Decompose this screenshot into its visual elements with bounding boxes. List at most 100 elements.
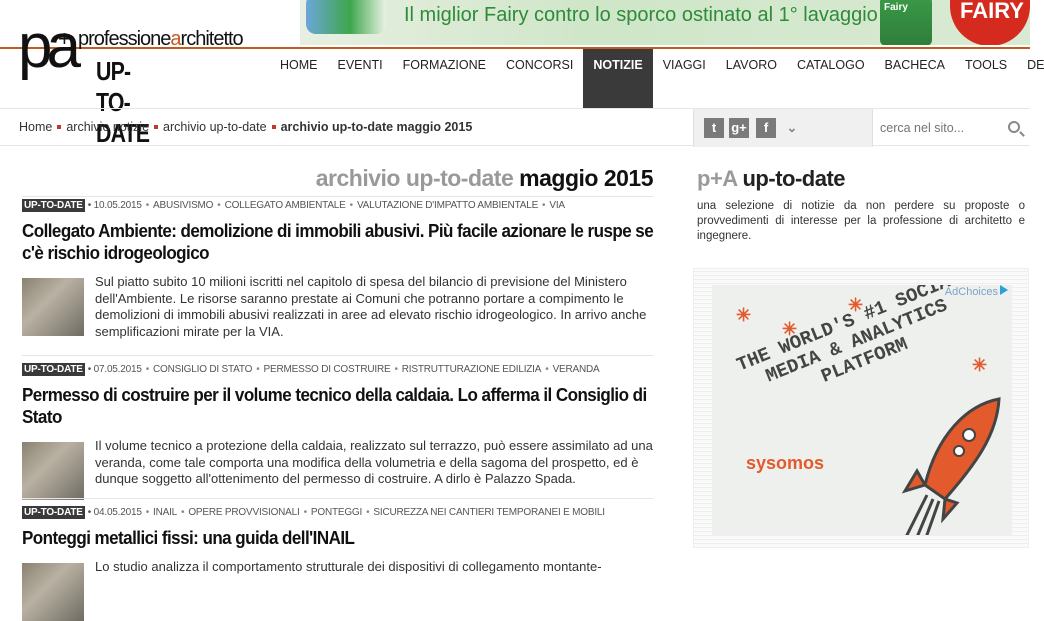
article-body: Sul piatto subito 10 milioni iscritti ne…	[22, 274, 653, 339]
article-summary: Il volume tecnico a protezione della cal…	[95, 438, 653, 486]
tag-separator: •	[349, 200, 354, 211]
ad-slogan: Il miglior Fairy contro lo sporco ostina…	[404, 4, 878, 26]
article-date: • 04.05.2015	[88, 507, 142, 518]
nav-item-home[interactable]: HOME	[270, 49, 328, 108]
article-tag[interactable]: SICUREZZA NEI CANTIERI TEMPORANEI E MOBI…	[373, 507, 605, 518]
adchoices-icon	[1000, 285, 1008, 295]
twitter-icon[interactable]: t	[704, 118, 724, 138]
article-date-text: 07.05.2015	[93, 364, 142, 375]
article-tag[interactable]: OPERE PROVVISIONALI	[188, 507, 299, 518]
article-badge[interactable]: UP-TO-DATE	[22, 199, 85, 212]
page-title-part1: archivio up-to-date	[315, 165, 514, 191]
facebook-icon[interactable]: f	[756, 118, 776, 138]
article-title[interactable]: Permesso di costruire per il volume tecn…	[22, 384, 657, 428]
search-input[interactable]	[880, 118, 1000, 138]
page-title-part2: maggio 2015	[519, 165, 653, 191]
breadcrumb: Home archivio notizie archivio up-to-date a…	[19, 120, 472, 134]
article-title[interactable]: Collegato Ambiente: demolizione di immob…	[22, 220, 657, 264]
bottle-label: Fairy	[884, 2, 908, 13]
article-summary: Lo studio analizza il comportamento stru…	[95, 559, 602, 574]
sidebar-title: p+A up-to-date	[697, 166, 846, 192]
main-nav: HOME EVENTI FORMAZIONE CONCORSI NOTIZIE VIAGG…	[270, 49, 1044, 108]
search-box	[876, 109, 1030, 147]
article-tag[interactable]: COLLEGATO AMBIENTALE	[225, 200, 346, 211]
breadcrumb-link[interactable]: archivio notizie	[66, 120, 149, 134]
nav-item-lavoro[interactable]: LAVORO	[716, 49, 787, 108]
tag-separator: •	[542, 200, 546, 211]
nav-item-design[interactable]: DESIGN	[1017, 49, 1044, 108]
nav-item-concorsi[interactable]: CONCORSI	[496, 49, 583, 108]
article-title[interactable]: Ponteggi metallici fissi: una guida dell…	[22, 527, 657, 549]
sidebar-description: una selezione di notizie da non perdere …	[697, 200, 1025, 242]
breadcrumb-separator	[154, 125, 159, 129]
breadcrumb-link[interactable]: archivio up-to-date	[163, 120, 267, 134]
article-meta: UP-TO-DATE • 04.05.2015 • INAIL • OPERE PROVV…	[22, 506, 653, 519]
article-date-text: 10.05.2015	[93, 200, 142, 211]
nav-item-catalogo[interactable]: CATALOGO	[787, 49, 875, 108]
article-badge[interactable]: UP-TO-DATE	[22, 363, 85, 376]
tag-separator: •	[217, 200, 221, 211]
fairy-brand-text: FAIRY	[960, 0, 1024, 23]
chevron-down-icon[interactable]: ⌄	[782, 118, 802, 138]
nav-item-notizie[interactable]: NOTIZIE	[583, 49, 653, 108]
nav-item-formazione[interactable]: FORMAZIONE	[393, 49, 496, 108]
page-title: archivio up-to-date maggio 2015	[280, 165, 654, 192]
search-icon[interactable]	[1008, 121, 1020, 133]
logo-name-accent: a	[170, 28, 181, 50]
article-body: Lo studio analizza il comportamento stru…	[22, 559, 653, 621]
article-thumbnail[interactable]	[22, 278, 84, 336]
article-item: UP-TO-DATE • 10.05.2015 • ABUSIVISMO • COLLEG…	[22, 199, 654, 339]
article-tag[interactable]: RISTRUTTURAZIONE EDILIZIA	[402, 364, 542, 375]
breadcrumb-bar: Home archivio notizie archivio up-to-date a…	[0, 108, 1030, 147]
article-tag[interactable]: PERMESSO DI COSTRUIRE	[264, 364, 391, 375]
breadcrumb-separator	[57, 125, 62, 129]
breadcrumb-separator	[271, 125, 276, 129]
article-item: UP-TO-DATE • 04.05.2015 • INAIL • OPERE PROVV…	[22, 506, 653, 621]
article-thumbnail[interactable]	[22, 563, 84, 621]
article-summary: Sul piatto subito 10 milioni iscritti ne…	[95, 274, 647, 339]
article-tag[interactable]: ABUSIVISMO	[153, 200, 213, 211]
tag-separator: •	[394, 364, 398, 375]
breadcrumb-link[interactable]: Home	[19, 120, 52, 134]
social-links: t g+ f ⌄	[693, 109, 873, 147]
article-item: UP-TO-DATE • 07.05.2015 • CONSIGLIO DI STAT…	[22, 363, 653, 500]
article-meta: UP-TO-DATE • 07.05.2015 • CONSIGLIO DI STAT…	[22, 363, 653, 376]
fairy-brand-logo: FAIRY	[950, 0, 1030, 45]
rocket-icon	[901, 397, 1001, 535]
detergent-pods-image	[306, 0, 386, 34]
tag-separator: •	[303, 507, 308, 518]
article-thumbnail[interactable]	[22, 442, 84, 500]
tag-separator: •	[366, 507, 370, 518]
article-date: • 07.05.2015	[88, 364, 142, 375]
nav-item-tools[interactable]: TOOLS	[955, 49, 1017, 108]
logo-plus: +	[58, 26, 71, 51]
article-meta: UP-TO-DATE • 10.05.2015 • ABUSIVISMO • COLLEG…	[22, 199, 653, 212]
sparkle-icon: ✳	[972, 355, 988, 375]
tag-separator: •	[145, 200, 150, 211]
tag-separator: •	[256, 364, 260, 375]
tag-separator: •	[181, 507, 185, 518]
article-divider	[22, 355, 653, 356]
article-body: Il volume tecnico a protezione della cal…	[22, 438, 653, 500]
nav-item-eventi[interactable]: EVENTI	[328, 49, 393, 108]
article-tag[interactable]: CONSIGLIO DI STATO	[153, 364, 252, 375]
fairy-bottle-image: Fairy	[880, 0, 932, 45]
article-tag[interactable]: VALUTAZIONE D'IMPATTO AMBIENTALE	[357, 200, 538, 211]
tag-separator: •	[545, 364, 549, 375]
article-tag[interactable]: PONTEGGI	[311, 507, 362, 518]
nav-item-bacheca[interactable]: BACHECA	[875, 49, 955, 108]
nav-item-viaggi[interactable]: VIAGGI	[653, 49, 716, 108]
sidebar-title-part2: up-to-date	[742, 166, 846, 191]
side-ad[interactable]: AdChoices ✳ ✳ ✳ ✳ THE WORLD'S #1 SOCIAL M…	[712, 285, 1012, 535]
article-tag[interactable]: VERANDA	[553, 364, 600, 375]
article-badge[interactable]: UP-TO-DATE	[22, 506, 85, 519]
sidebar-title-part1: p+A	[697, 166, 737, 191]
breadcrumb-current: archivio up-to-date maggio 2015	[280, 120, 473, 134]
google-plus-icon[interactable]: g+	[729, 118, 749, 138]
side-ad-container: AdChoices ✳ ✳ ✳ ✳ THE WORLD'S #1 SOCIAL M…	[693, 268, 1029, 548]
article-tag[interactable]: VIA	[549, 200, 565, 211]
article-tag[interactable]: INAIL	[153, 507, 177, 518]
logo-name: professionearchitetto	[78, 28, 244, 51]
tag-separator: •	[145, 507, 150, 518]
top-ad-banner[interactable]: Il miglior Fairy contro lo sporco ostina…	[300, 0, 1030, 45]
